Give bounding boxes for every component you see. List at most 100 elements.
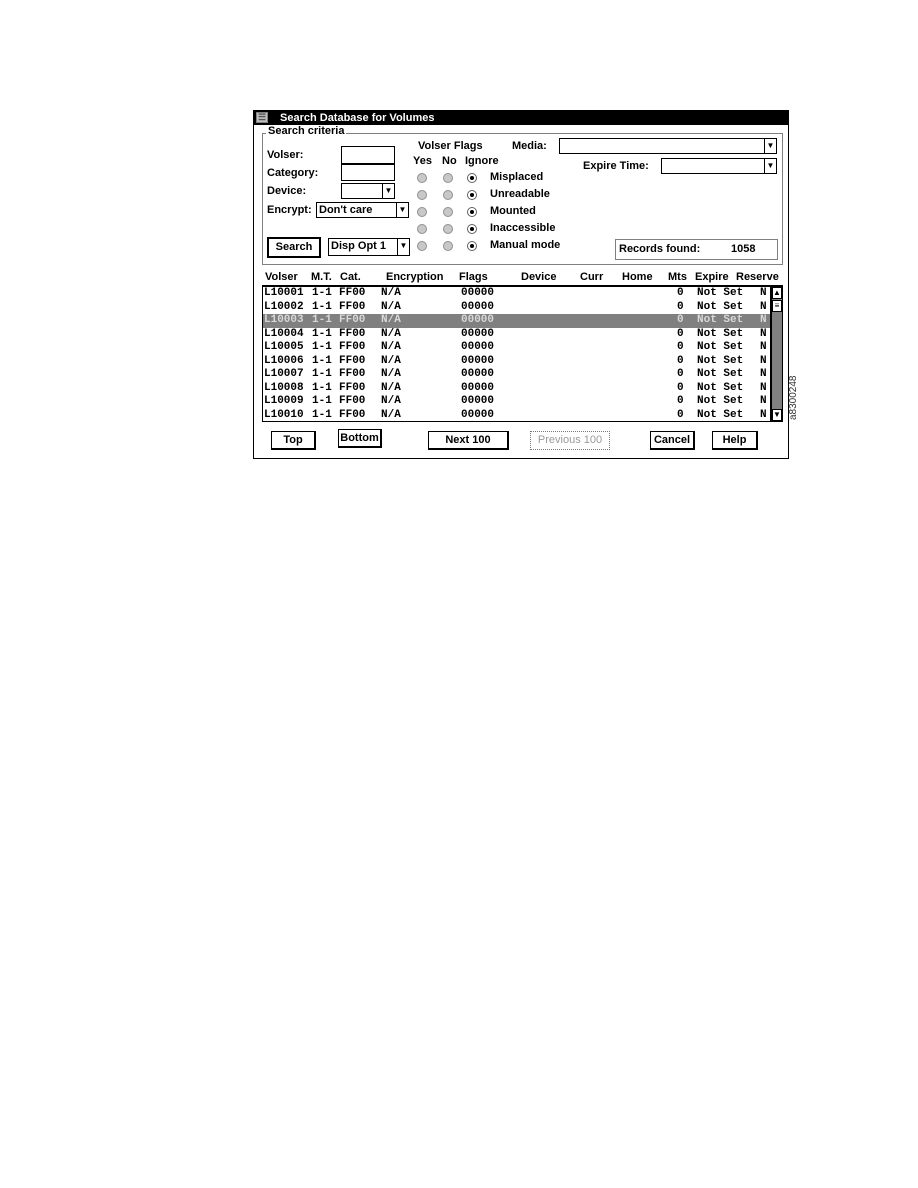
table-cell: N/A [381,354,401,367]
radio-yes-inaccessible[interactable] [417,224,427,234]
volser-input[interactable] [341,146,395,164]
column-header[interactable]: Reserve [736,271,779,283]
category-label: Category: [267,167,319,179]
table-row[interactable]: L10001 1-1 FF00 N/A 00000 0 Not Set N [263,287,770,301]
system-menu-icon[interactable]: ☰ [256,112,268,123]
table-cell: 1-1 [312,287,332,299]
expire-time-dropdown[interactable]: ▼ [661,158,777,174]
chevron-down-icon[interactable]: ▼ [382,184,394,198]
scroll-down-icon[interactable]: ▼ [772,409,782,421]
table-cell: N/A [381,287,401,299]
table-cell: 0 [677,408,684,421]
volume-list[interactable]: L10001 1-1 FF00 N/A 00000 0 Not Set N L10002 1-1 F… [262,285,771,422]
table-cell: 1-1 [312,300,332,313]
table-cell: Not Set [697,287,744,299]
column-header[interactable]: Mts [668,271,687,283]
radio-no-unreadable[interactable] [443,190,453,200]
radio-yes-mounted[interactable] [417,207,427,217]
radio-ignore-inaccessible[interactable] [467,224,477,234]
table-cell: 1-1 [312,368,332,380]
display-option-dropdown[interactable]: Disp Opt 1 ▼ [328,238,410,256]
media-dropdown[interactable]: ▼ [559,138,777,154]
table-cell: N/A [381,314,401,326]
column-header[interactable]: Flags [459,271,488,283]
window-title: Search Database for Volumes [280,112,435,124]
column-header[interactable]: Curr [580,271,603,283]
chevron-down-icon[interactable]: ▼ [397,239,409,255]
bottom-button[interactable]: Bottom [338,429,382,448]
table-row[interactable]: L10006 1-1 FF00 N/A 00000 0 Not Set N [263,355,770,369]
flag-col-yes: Yes [413,155,432,167]
table-cell: Not Set [697,314,744,326]
table-row[interactable]: L10008 1-1 FF00 N/A 00000 0 Not Set N [263,382,770,396]
column-header[interactable]: M.T. [311,271,332,283]
chevron-down-icon[interactable]: ▼ [764,159,776,173]
table-cell: Not Set [697,408,744,421]
table-cell: FF00 [339,368,366,380]
column-header[interactable]: Home [622,271,653,283]
table-cell: L10005 [264,341,304,353]
flag-label: Unreadable [490,188,550,200]
search-button[interactable]: Search [267,237,321,258]
next-100-button[interactable]: Next 100 [428,431,509,450]
table-cell: 0 [677,314,684,326]
column-header[interactable]: Encryption [386,271,443,283]
category-input[interactable] [341,164,395,181]
records-found-label: Records found: [619,243,701,255]
table-row[interactable]: L10010 1-1 FF00 N/A 00000 0 Not Set N [263,408,770,422]
device-dropdown[interactable]: ▼ [341,183,395,199]
table-cell: Not Set [697,354,744,367]
cancel-button[interactable]: Cancel [650,431,695,450]
radio-ignore-mounted[interactable] [467,207,477,217]
radio-no-manual-mode[interactable] [443,241,453,251]
radio-no-inaccessible[interactable] [443,224,453,234]
table-cell: L10010 [264,408,304,421]
table-cell: 00000 [461,408,495,421]
title-bar: ☰ Search Database for Volumes [254,111,788,125]
table-cell: 0 [677,381,684,394]
column-header[interactable]: Volser [265,271,298,283]
records-found-box: Records found: 1058 [615,239,778,260]
records-found-value: 1058 [731,243,756,255]
table-cell: FF00 [339,381,366,394]
radio-no-mounted[interactable] [443,207,453,217]
display-option-value: Disp Opt 1 [331,240,387,252]
top-button[interactable]: Top [271,431,316,450]
column-header[interactable]: Device [521,271,556,283]
table-cell: FF00 [339,314,366,326]
column-header[interactable]: Expire [695,271,729,283]
radio-yes-misplaced[interactable] [417,173,427,183]
table-row[interactable]: L10002 1-1 FF00 N/A 00000 0 Not Set N [263,301,770,315]
table-cell: N [760,287,767,299]
table-cell: 0 [677,287,684,299]
radio-yes-manual-mode[interactable] [417,241,427,251]
radio-ignore-unreadable[interactable] [467,190,477,200]
table-cell: 1-1 [312,395,332,407]
table-cell: Not Set [697,327,744,340]
table-cell: Not Set [697,395,744,407]
table-row[interactable]: L10009 1-1 FF00 N/A 00000 0 Not Set N [263,395,770,409]
column-header[interactable]: Cat. [340,271,361,283]
table-cell: 0 [677,368,684,380]
radio-yes-unreadable[interactable] [417,190,427,200]
radio-no-misplaced[interactable] [443,173,453,183]
table-cell: L10007 [264,368,304,380]
table-row[interactable]: L10004 1-1 FF00 N/A 00000 0 Not Set N [263,328,770,342]
table-cell: FF00 [339,354,366,367]
table-row[interactable]: L10005 1-1 FF00 N/A 00000 0 Not Set N [263,341,770,355]
radio-ignore-manual-mode[interactable] [467,241,477,251]
table-cell: N [760,354,767,367]
scroll-thumb[interactable]: ≡ [772,300,782,312]
radio-ignore-misplaced[interactable] [467,173,477,183]
help-button[interactable]: Help [712,431,758,450]
chevron-down-icon[interactable]: ▼ [396,203,408,217]
table-cell: FF00 [339,287,366,299]
vertical-scrollbar[interactable]: ▲ ≡ ▼ [771,285,783,422]
table-cell: N [760,395,767,407]
scroll-up-icon[interactable]: ▲ [772,287,782,299]
chevron-down-icon[interactable]: ▼ [764,139,776,153]
table-cell: 0 [677,341,684,353]
table-row[interactable]: L10003 1-1 FF00 N/A 00000 0 Not Set N [263,314,770,328]
table-row[interactable]: L10007 1-1 FF00 N/A 00000 0 Not Set N [263,368,770,382]
encrypt-dropdown[interactable]: Don't care ▼ [316,202,409,218]
